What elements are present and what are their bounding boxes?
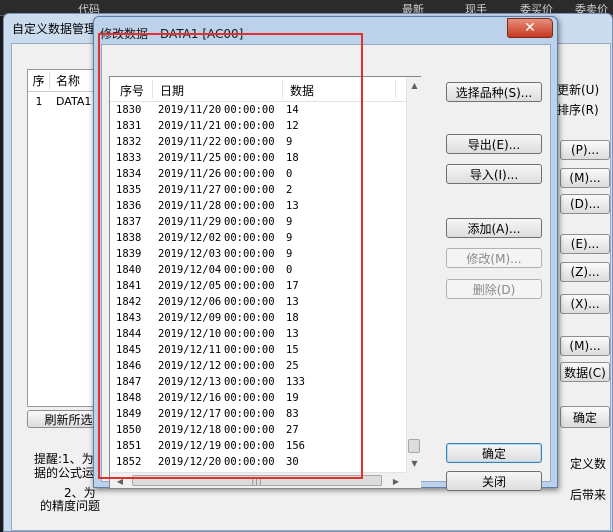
- modify-button[interactable]: 修改(M)...: [446, 248, 542, 268]
- list-col-index: 序: [28, 72, 50, 89]
- close-icon[interactable]: ✕: [507, 18, 553, 38]
- scroll-right-icon[interactable]: ▶: [388, 473, 404, 489]
- hint-right-2: 后带来: [570, 488, 607, 502]
- bg-button-e[interactable]: (E)...: [560, 234, 610, 254]
- import-button[interactable]: 导入(I)...: [446, 164, 542, 184]
- sort-label[interactable]: 排序(R): [557, 101, 599, 118]
- scroll-up-icon[interactable]: ▲: [407, 77, 422, 93]
- bg-button-x[interactable]: (X)...: [560, 294, 610, 314]
- delete-button[interactable]: 删除(D): [446, 279, 542, 299]
- window-title: 自定义数据管理: [12, 22, 97, 36]
- bg-data-button[interactable]: 数据(C): [560, 362, 610, 382]
- highlight-annotation-box: [98, 33, 363, 479]
- list-item-name: DATA1: [56, 94, 92, 108]
- ok-button[interactable]: 确定: [446, 443, 542, 463]
- hint-line-4: 的精度问题: [40, 499, 101, 513]
- scroll-down-icon[interactable]: ▼: [407, 455, 422, 471]
- bg-button-p[interactable]: (P)...: [560, 140, 610, 160]
- bg-button-m2[interactable]: (M)...: [560, 336, 610, 356]
- update-label[interactable]: 更新(U): [557, 81, 599, 98]
- bg-ok-button[interactable]: 确定: [560, 406, 610, 428]
- bg-button-d[interactable]: (D)...: [560, 194, 610, 214]
- bg-button-m[interactable]: (M)...: [560, 168, 610, 188]
- vertical-scrollbar[interactable]: ▲ ▼: [406, 77, 421, 472]
- bg-button-z[interactable]: (Z)...: [560, 262, 610, 282]
- hint-right-1: 定义数: [570, 457, 607, 471]
- close-button[interactable]: 关闭: [446, 471, 542, 491]
- list-item-index: 1: [35, 94, 43, 108]
- hint-line-2: 据的公式运: [34, 466, 95, 480]
- scroll-corner: [406, 472, 421, 488]
- export-button[interactable]: 导出(E)...: [446, 134, 542, 154]
- select-variety-button[interactable]: 选择品种(S)...: [446, 82, 542, 102]
- scroll-thumb[interactable]: [408, 439, 420, 453]
- list-col-name: 名称: [56, 74, 81, 88]
- add-button[interactable]: 添加(A)...: [446, 218, 542, 238]
